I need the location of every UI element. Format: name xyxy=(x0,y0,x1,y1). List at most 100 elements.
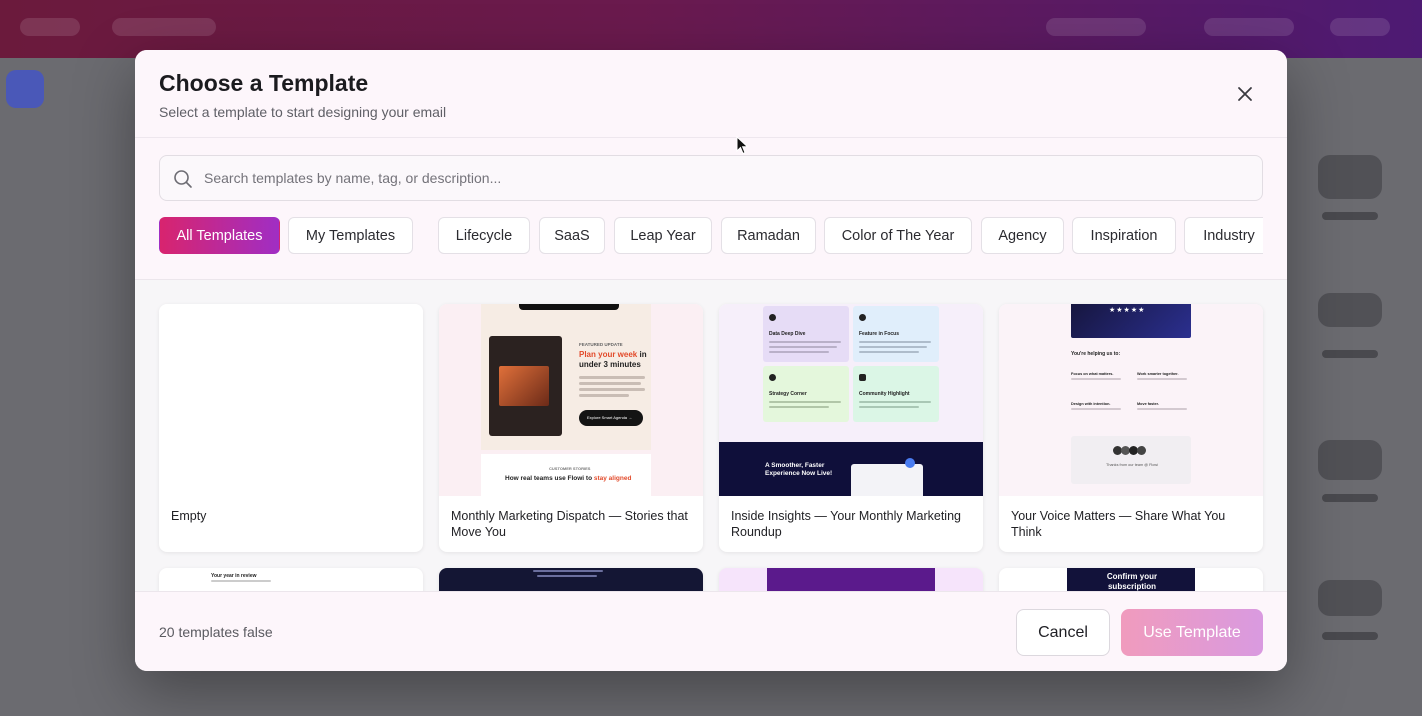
thumb-box-data-deep-dive: Data Deep Dive xyxy=(763,306,849,362)
thumb-text-line xyxy=(533,570,603,572)
background-blob xyxy=(112,18,216,36)
tag-saas[interactable]: SaaS xyxy=(539,217,605,254)
modal-footer: 20 templates false Cancel Use Template xyxy=(135,591,1287,671)
tag-color-of-the-year[interactable]: Color of The Year xyxy=(824,217,972,254)
template-name: Monthly Marketing Dispatch — Stories tha… xyxy=(451,509,688,539)
template-name: Empty xyxy=(171,509,207,523)
thumb-banner-badge xyxy=(905,458,915,468)
thumb-thanks: Thanks from our team @ Flowi xyxy=(1106,463,1158,467)
template-count: 20 templates false xyxy=(159,624,273,640)
thumb-text-line xyxy=(537,575,597,577)
close-icon xyxy=(1238,87,1252,101)
thumb-badge: FEATURED UPDATE xyxy=(579,342,623,347)
background-blob xyxy=(1330,18,1390,36)
thumb-text-line xyxy=(859,351,919,353)
filter-area: All Templates My Templates Lifecycle Saa… xyxy=(135,138,1287,280)
thumb-banner-text: A Smoother, Faster Experience Now Live! xyxy=(765,462,833,477)
thumb-text-line xyxy=(859,401,931,403)
tag-agency[interactable]: Agency xyxy=(981,217,1064,254)
thumb-section-title: How real teams use Flowi to stay aligned xyxy=(505,474,631,483)
thumb-text-line xyxy=(579,394,629,397)
mouse-cursor-icon xyxy=(736,136,749,155)
template-thumbnail: Data Deep Dive Feature in Focus Strategy… xyxy=(719,304,983,496)
thumb-box-title: Data Deep Dive xyxy=(769,331,806,337)
thumb-box-feature-in-focus: Feature in Focus xyxy=(853,306,939,362)
thumb-hero-image xyxy=(489,336,562,436)
thumb-box-title: Community Highlight xyxy=(859,391,910,397)
template-thumbnail: FEATURED UPDATE Plan your week in under … xyxy=(439,304,703,496)
thumb-team-panel: Thanks from our team @ Flowi xyxy=(1071,436,1191,484)
template-name: Inside Insights — Your Monthly Marketing… xyxy=(731,509,961,539)
template-card[interactable]: Your year in review xyxy=(159,568,423,591)
template-chooser-modal: Choose a Template Select a template to s… xyxy=(135,50,1287,671)
tag-all-templates[interactable]: All Templates xyxy=(159,217,280,254)
thumb-cta-label: Explore Smart Agenda → xyxy=(587,415,633,420)
thumb-box-icon xyxy=(859,374,866,381)
thumb-text-line xyxy=(769,346,837,348)
thumb-text-line xyxy=(859,341,931,343)
template-card[interactable] xyxy=(719,568,983,591)
template-thumbnail xyxy=(159,304,423,496)
thumb-box-strategy-corner: Strategy Corner xyxy=(763,366,849,422)
thumb-top-bar xyxy=(519,304,619,310)
thumb-section-badge: CUSTOMER STORIES xyxy=(549,466,591,471)
tag-filter-bar: All Templates My Templates Lifecycle Saa… xyxy=(159,217,1263,255)
thumb-box-icon xyxy=(769,314,776,321)
thumb-text-line xyxy=(211,580,271,582)
thumb-cta-pill: Explore Smart Agenda → xyxy=(579,410,643,426)
template-card[interactable] xyxy=(439,568,703,591)
thumb-stars: ★★★★★ xyxy=(1109,307,1146,314)
thumb-avatar xyxy=(1137,446,1146,455)
template-card[interactable]: Confirm your subscription xyxy=(999,568,1263,591)
thumb-hero: Confirm your subscription xyxy=(1067,568,1195,591)
thumb-text-line xyxy=(769,406,829,408)
thumb-laptop-glow xyxy=(499,366,549,406)
thumb-banner-screenshot xyxy=(851,464,923,496)
thumb-section-panel: CUSTOMER STORIES How real teams use Flow… xyxy=(481,454,651,496)
template-card-your-voice-matters[interactable]: ★★★★★ You're helping us to: Focus on wha… xyxy=(999,304,1263,552)
thumb-box-title: Feature in Focus xyxy=(859,331,900,337)
thumb-text-line xyxy=(769,341,841,343)
search-input[interactable] xyxy=(204,156,1254,200)
thumb-box-icon xyxy=(859,314,866,321)
template-card-empty[interactable]: Empty xyxy=(159,304,423,552)
use-template-button[interactable]: Use Template xyxy=(1121,609,1263,656)
background-panel-tile xyxy=(1318,293,1382,327)
thumb-hero xyxy=(767,568,935,591)
background-panel-label xyxy=(1322,212,1378,220)
thumb-hero: ★★★★★ xyxy=(1071,304,1191,338)
modal-header: Choose a Template Select a template to s… xyxy=(135,50,1287,138)
template-grid: Empty FEATURED UPDATE Plan your week in … xyxy=(135,280,1287,591)
thumb-box-title: Strategy Corner xyxy=(769,391,807,397)
tag-leap-year[interactable]: Leap Year xyxy=(614,217,712,254)
thumb-text-line xyxy=(1071,408,1121,410)
tag-ramadan[interactable]: Ramadan xyxy=(721,217,816,254)
cancel-button[interactable]: Cancel xyxy=(1016,609,1110,656)
modal-title: Choose a Template xyxy=(159,70,369,96)
tag-my-templates[interactable]: My Templates xyxy=(288,217,413,254)
template-thumbnail: ★★★★★ You're helping us to: Focus on wha… xyxy=(999,304,1263,496)
template-card-monthly-dispatch[interactable]: FEATURED UPDATE Plan your week in under … xyxy=(439,304,703,552)
tag-lifecycle[interactable]: Lifecycle xyxy=(438,217,530,254)
search-box xyxy=(159,155,1263,201)
thumb-text-line xyxy=(1071,378,1121,380)
thumb-text-line xyxy=(769,351,829,353)
thumb-section-title-accent: stay aligned xyxy=(593,475,632,482)
background-blob xyxy=(20,18,80,36)
thumb-text-line xyxy=(579,382,641,385)
close-button[interactable] xyxy=(1231,80,1259,108)
background-panel-label xyxy=(1322,350,1378,358)
background-panel-label xyxy=(1322,632,1378,640)
tag-inspiration[interactable]: Inspiration xyxy=(1072,217,1176,254)
thumb-voice-heading: You're helping us to: xyxy=(1071,351,1121,357)
thumb-box-icon xyxy=(769,374,776,381)
background-blob xyxy=(1046,18,1146,36)
thumb-confirm: Confirm your subscription xyxy=(1106,572,1158,591)
template-card-inside-insights[interactable]: Data Deep Dive Feature in Focus Strategy… xyxy=(719,304,983,552)
background-panel-tile xyxy=(1318,440,1382,480)
thumb-box-community-highlight: Community Highlight xyxy=(853,366,939,422)
tag-industry[interactable]: Industry xyxy=(1184,217,1263,254)
background-panel-tile xyxy=(1318,580,1382,616)
modal-subtitle: Select a template to start designing you… xyxy=(159,104,447,120)
template-name: Your Voice Matters — Share What You Thin… xyxy=(1011,509,1226,539)
